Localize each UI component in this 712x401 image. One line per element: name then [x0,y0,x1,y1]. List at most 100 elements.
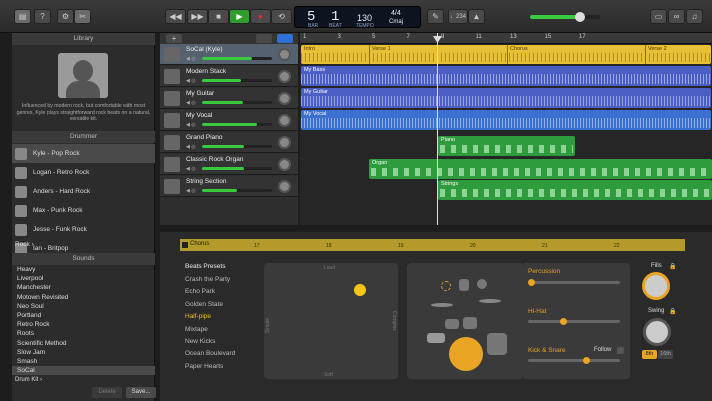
delete-button[interactable]: Delete [92,387,122,398]
loop-browser-button[interactable]: ∞ [668,9,685,24]
ruler[interactable]: 1 3 5 7 9 11 13 15 17 [300,33,712,44]
mute-solo-icons[interactable]: ◀ ◎ [186,56,196,62]
swing-lock-icon[interactable]: 🔒 [669,308,676,315]
mute-solo-icons[interactable]: ◀ ◎ [186,144,196,150]
preset-item[interactable]: Paper Hearts [185,363,223,370]
swing-8th-button[interactable]: 8th [642,350,657,359]
track-header[interactable]: SoCal (Kyle) ◀ ◎ [160,44,298,65]
master-volume-slider[interactable] [530,12,600,22]
hihat-thumb[interactable] [560,318,567,325]
snare-icon[interactable] [427,333,445,343]
genre-selector[interactable]: Rock › [15,241,34,248]
track-volume-slider[interactable] [202,145,272,148]
sound-item[interactable]: SoCal [12,366,155,376]
sound-item[interactable]: Roots [12,329,155,338]
library-toggle-button[interactable]: ▤ [14,9,31,24]
follow-checkbox[interactable] [617,347,624,354]
lcd-display[interactable]: 5 1 BAR BEAT 130 TEMPO 4/4 Cmaj [294,6,421,29]
record-button[interactable]: ● [250,9,271,24]
tambourine-icon[interactable] [459,279,469,291]
track-header[interactable]: My Vocal ◀ ◎ [160,110,298,131]
sound-item[interactable]: Manchester [12,283,155,292]
hihat-slider[interactable] [528,318,620,325]
shaker-icon[interactable] [441,281,451,291]
swing-16th-button[interactable]: 16th [658,350,673,359]
media-browser-button[interactable]: ♫ [686,9,703,24]
track-header[interactable]: String Section ◀ ◎ [160,176,298,197]
preset-item[interactable]: Ocean Boulevard [185,350,235,357]
preset-item[interactable]: Echo Park [185,288,215,295]
organ-region[interactable]: Organ [369,159,712,179]
smart-controls-button[interactable]: ⚙ [57,9,74,24]
fills-knob[interactable] [642,272,670,300]
track-pan-knob[interactable] [278,114,291,127]
preset-item[interactable]: Crash the Party [185,276,230,283]
fills-lock-icon[interactable]: 🔒 [669,263,676,270]
mute-solo-icons[interactable]: ◀ ◎ [186,188,196,194]
floor-tom-icon[interactable] [487,333,507,355]
track-pan-knob[interactable] [278,48,291,61]
sound-item[interactable]: Retro Rock [12,320,155,329]
track-pan-knob[interactable] [278,92,291,105]
sound-item[interactable]: Slow Jam [12,348,155,357]
track-pan-knob[interactable] [278,70,291,83]
drummer-item[interactable]: Kyle - Pop Rock [12,144,155,163]
arrangement-area[interactable]: My Bass My Guitar My Vocal Piano Organ S… [300,44,712,225]
flex-button[interactable] [277,34,293,43]
automation-button[interactable] [256,34,272,43]
metronome-button[interactable]: ▲ [468,9,485,24]
drummer-item[interactable]: Max - Punk Rock [12,201,155,220]
track-volume-slider[interactable] [202,57,272,60]
track-header[interactable]: Grand Piano ◀ ◎ [160,132,298,153]
pad-puck[interactable] [354,284,366,296]
drummer-item[interactable]: Jesse - Funk Rock [12,220,155,239]
sound-item[interactable]: Portland [12,311,155,320]
category-selector[interactable]: Drum Kit › [12,377,155,386]
sound-item[interactable]: Neo Soul [12,302,155,311]
mute-solo-icons[interactable]: ◀ ◎ [186,78,196,84]
save-button[interactable]: Save... [126,387,156,398]
track-header[interactable]: My Guitar ◀ ◎ [160,88,298,109]
crash-cymbal-icon[interactable] [479,299,501,303]
sound-item[interactable]: Smash [12,357,155,366]
track-volume-slider[interactable] [202,79,272,82]
track-volume-slider[interactable] [202,167,272,170]
percussion-thumb[interactable] [528,279,535,286]
editors-button[interactable]: ✂ [74,9,91,24]
xy-pad[interactable]: Loud Soft Simple Complex [264,263,398,379]
preset-item[interactable]: Golden State [185,301,223,308]
vocal-region[interactable]: My Vocal [301,110,711,130]
tom-icon[interactable] [445,319,459,329]
bass-region[interactable]: My Bass [301,66,711,86]
add-track-button[interactable]: + [166,34,182,43]
notepad-button[interactable]: ▭ [650,9,667,24]
sound-item[interactable]: Liverpool [12,274,155,283]
swing-knob[interactable] [643,318,671,346]
drummer-item[interactable]: Anders - Hard Rock [12,182,155,201]
kick-snare-thumb[interactable] [583,357,590,364]
track-pan-knob[interactable] [278,136,291,149]
drum-kit-view[interactable] [407,263,524,379]
track-volume-slider[interactable] [202,101,272,104]
percussion-slider[interactable] [528,279,620,286]
play-button[interactable]: ▶ [229,9,250,24]
tom-2-icon[interactable] [463,317,477,329]
sound-item[interactable]: Motown Revisited [12,293,155,302]
rewind-button[interactable]: ◀◀ [165,9,186,24]
playhead[interactable] [437,33,438,225]
track-header[interactable]: Modern Stack ◀ ◎ [160,66,298,87]
tuner-button[interactable]: ✎ [427,9,444,24]
mute-solo-icons[interactable]: ◀ ◎ [186,122,196,128]
fast-forward-button[interactable]: ▶▶ [187,9,208,24]
preset-item[interactable]: Mixtape [185,326,208,333]
cycle-button[interactable]: ⟲ [271,9,292,24]
preset-item[interactable]: Half-pipe [185,313,211,320]
stop-button[interactable]: ■ [208,9,229,24]
mute-solo-icons[interactable]: ◀ ◎ [186,166,196,172]
hihat-cymbal-icon[interactable] [431,303,453,307]
piano-region[interactable]: Piano [438,136,575,156]
kick-snare-slider[interactable] [528,357,620,364]
track-pan-knob[interactable] [278,180,291,193]
kick-drum-icon[interactable] [449,337,483,371]
guitar-region[interactable]: My Guitar [301,88,711,108]
